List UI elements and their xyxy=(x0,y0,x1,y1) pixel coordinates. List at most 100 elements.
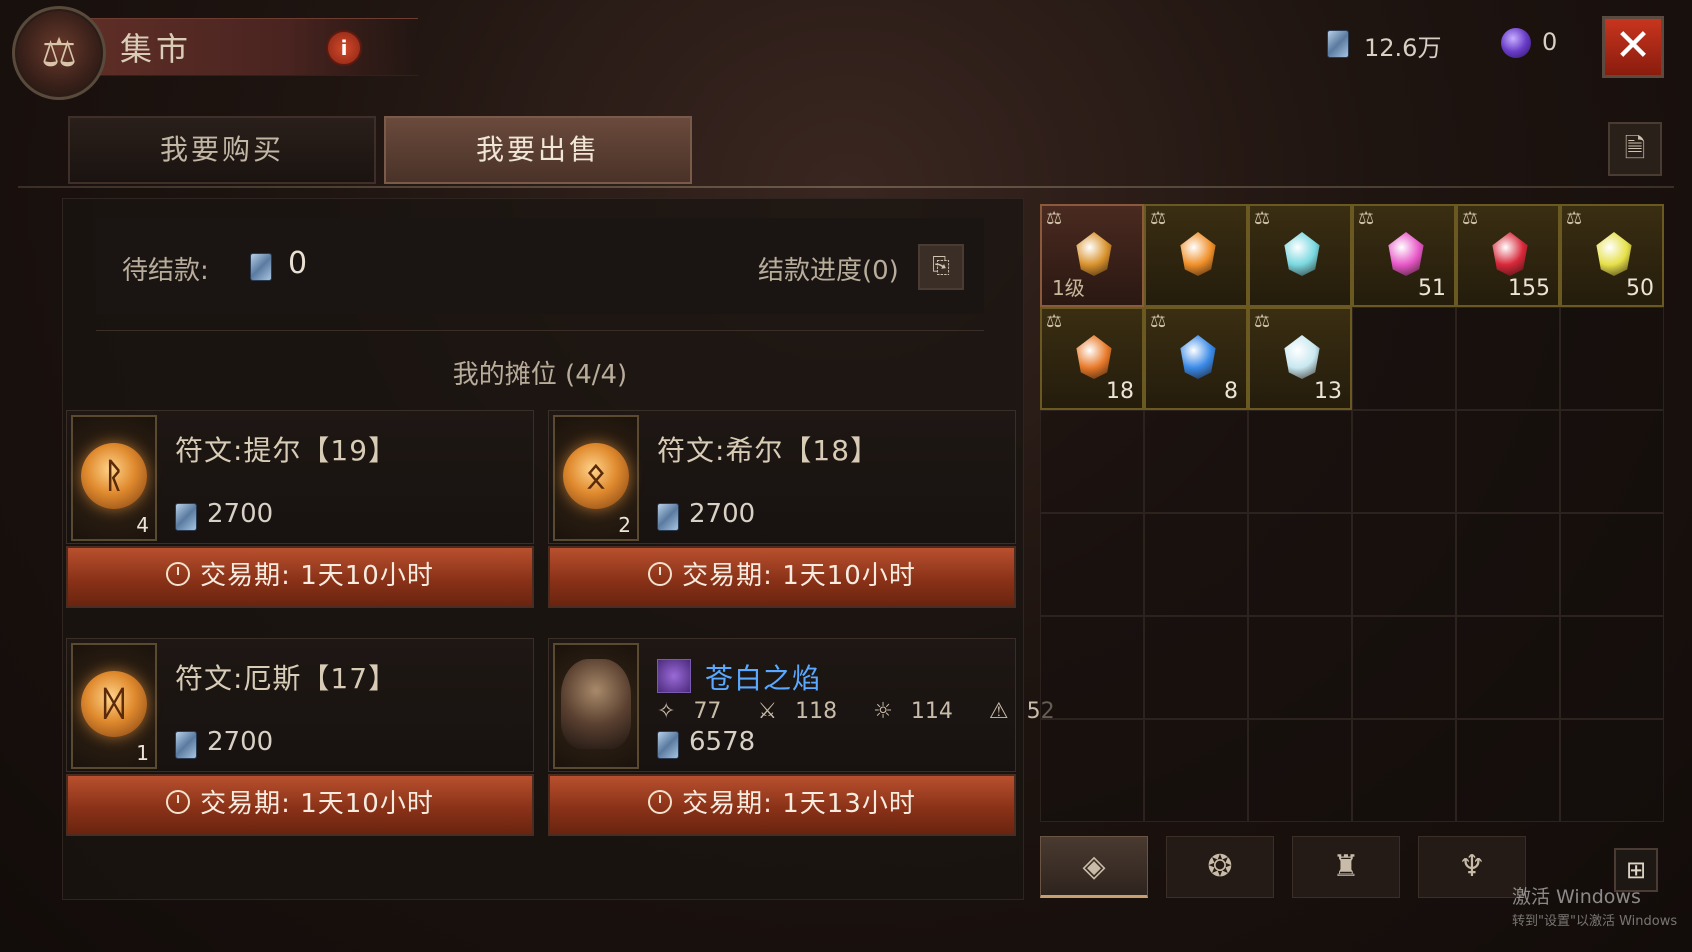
stall-listing[interactable]: ᚱ 4 符文:提尔【19】 2700 交易期: 1天10小时 xyxy=(66,410,534,622)
inventory-slot[interactable]: ⚖ 50 xyxy=(1560,204,1664,307)
inventory-slot[interactable]: ⚖ 13 xyxy=(1248,307,1352,410)
trade-period-button[interactable]: 交易期: 1天10小时 xyxy=(548,546,1016,608)
stall-listing[interactable]: ᛟ 2 符文:希尔【18】 2700 交易期: 1天10小时 xyxy=(548,410,1016,622)
inventory-slot[interactable] xyxy=(1352,719,1456,822)
clock-icon xyxy=(648,789,673,814)
item-name: 符文:提尔【19】 xyxy=(175,434,398,467)
listing-card[interactable]: ᚱ 4 符文:提尔【19】 2700 xyxy=(66,410,534,544)
item-quantity: 50 xyxy=(1626,276,1654,301)
tradable-scales-icon: ⚖ xyxy=(1150,311,1167,332)
inventory-slot[interactable] xyxy=(1040,513,1144,616)
inventory-slot[interactable]: ⚖ 51 xyxy=(1352,204,1456,307)
tab-sell[interactable]: 我要出售 xyxy=(384,116,692,184)
inventory-slot[interactable] xyxy=(1352,307,1456,410)
inventory-slot[interactable] xyxy=(1456,616,1560,719)
trade-period-button[interactable]: 交易期: 1天13小时 xyxy=(548,774,1016,836)
stall-listing[interactable]: 苍白之焰 ✧77⚔118☼114⚠52 6578 交易期: 1天13小时 xyxy=(548,638,1055,850)
item-price: 2700 xyxy=(207,727,274,757)
tab-buy[interactable]: 我要购买 xyxy=(68,116,376,184)
inventory-slot[interactable] xyxy=(1144,719,1248,822)
clock-icon xyxy=(166,561,191,586)
trade-period-label: 交易期: 1天13小时 xyxy=(682,789,916,819)
inventory-slot[interactable]: ⚖ 18 xyxy=(1040,307,1144,410)
inventory-slot[interactable]: ⚖ 155 xyxy=(1456,204,1560,307)
orb-icon xyxy=(1501,28,1531,58)
gem-icon xyxy=(1284,232,1320,276)
info-button[interactable]: i xyxy=(326,30,362,66)
item-name: 符文:厄斯【17】 xyxy=(175,662,398,695)
item-name: 符文:希尔【18】 xyxy=(657,434,880,467)
category-gear-button[interactable]: ♆ xyxy=(1418,836,1526,898)
inventory-slot[interactable] xyxy=(1456,410,1560,513)
clock-icon xyxy=(648,561,673,586)
inventory-slot[interactable] xyxy=(1560,307,1664,410)
scroll-icon: ⎘ xyxy=(932,254,950,279)
trade-period-button[interactable]: 交易期: 1天10小时 xyxy=(66,546,534,608)
inventory-slot[interactable] xyxy=(1456,719,1560,822)
category-runes-button[interactable]: ❂ xyxy=(1166,836,1274,898)
item-thumbnail: ᚱ 4 xyxy=(71,415,157,541)
inventory-slot[interactable] xyxy=(1456,513,1560,616)
divider xyxy=(96,330,984,331)
listing-card[interactable]: ᛞ 1 符文:厄斯【17】 2700 xyxy=(66,638,534,772)
inventory-slot[interactable]: ⚖ xyxy=(1248,204,1352,307)
inventory-slot[interactable] xyxy=(1248,719,1352,822)
trade-period-label: 交易期: 1天10小时 xyxy=(200,561,434,591)
inventory-slot[interactable] xyxy=(1144,410,1248,513)
inventory-slot[interactable] xyxy=(1040,410,1144,513)
category-materials-button[interactable]: ♜ xyxy=(1292,836,1400,898)
item-price: 6578 xyxy=(689,727,756,757)
trade-period-label: 交易期: 1天10小时 xyxy=(682,561,916,591)
item-thumbnail: ᛞ 1 xyxy=(71,643,157,769)
inventory-slot[interactable] xyxy=(1144,616,1248,719)
inventory-slot[interactable] xyxy=(1352,410,1456,513)
tradable-scales-icon: ⚖ xyxy=(1046,208,1063,229)
inventory-slot[interactable] xyxy=(1144,513,1248,616)
inventory-slot[interactable] xyxy=(1352,616,1456,719)
tradable-scales-icon: ⚖ xyxy=(1566,208,1583,229)
settlement-progress-button[interactable]: ⎘ xyxy=(918,244,964,290)
history-button[interactable]: 🗎 xyxy=(1608,122,1662,176)
category-gems-button[interactable]: ◈ xyxy=(1040,836,1148,898)
currency-icon xyxy=(250,253,272,281)
listing-card[interactable]: ᛟ 2 符文:希尔【18】 2700 xyxy=(548,410,1016,544)
inventory-slot[interactable] xyxy=(1040,616,1144,719)
trade-period-button[interactable]: 交易期: 1天10小时 xyxy=(66,774,534,836)
listing-card[interactable]: 苍白之焰 ✧77⚔118☼114⚠52 6578 xyxy=(548,638,1055,772)
inventory-slot[interactable] xyxy=(1248,616,1352,719)
progress-label: 结款进度(0) xyxy=(758,256,899,286)
tradable-scales-icon: ⚖ xyxy=(1046,311,1063,332)
inventory-slot[interactable] xyxy=(1248,513,1352,616)
inventory-slot[interactable] xyxy=(1352,513,1456,616)
inventory-slot[interactable] xyxy=(1560,513,1664,616)
orb-amount: 0 xyxy=(1542,28,1558,56)
currency-icon xyxy=(657,731,679,759)
clock-icon xyxy=(166,789,191,814)
item-quantity: 4 xyxy=(136,513,149,537)
inventory-slot[interactable] xyxy=(1040,719,1144,822)
stall-title: 我的摊位 (4/4) xyxy=(452,360,628,390)
close-button[interactable]: ✕ xyxy=(1602,16,1664,78)
stall-listing[interactable]: ᛞ 1 符文:厄斯【17】 2700 交易期: 1天10小时 xyxy=(66,638,534,850)
item-quantity: 51 xyxy=(1418,276,1446,301)
inventory-slot[interactable] xyxy=(1560,616,1664,719)
gem-icon xyxy=(1284,335,1320,379)
tradable-scales-icon: ⚖ xyxy=(1254,208,1271,229)
inventory-slot[interactable]: ⚖ 8 xyxy=(1144,307,1248,410)
inventory-slot[interactable] xyxy=(1456,307,1560,410)
inventory-slot[interactable] xyxy=(1248,410,1352,513)
helmet-icon xyxy=(561,659,631,749)
gem-icon xyxy=(1388,232,1424,276)
inventory-slot[interactable]: ⚖ 1级 xyxy=(1040,204,1144,307)
divider xyxy=(18,186,1674,188)
pending-value: 0 xyxy=(288,246,308,281)
windows-watermark-hint: 转到"设置"以激活 Windows xyxy=(1512,914,1678,929)
currency-amount: 12.6万 xyxy=(1364,34,1442,62)
item-quantity: 155 xyxy=(1508,276,1550,301)
inventory-slot[interactable]: ⚖ xyxy=(1144,204,1248,307)
inventory-slot[interactable] xyxy=(1560,410,1664,513)
stat-magic: ☼ 114 xyxy=(873,699,953,724)
tradable-scales-icon: ⚖ xyxy=(1150,208,1167,229)
item-stats: ✧77⚔118☼114⚠52 xyxy=(657,699,1091,724)
inventory-slot[interactable] xyxy=(1560,719,1664,822)
